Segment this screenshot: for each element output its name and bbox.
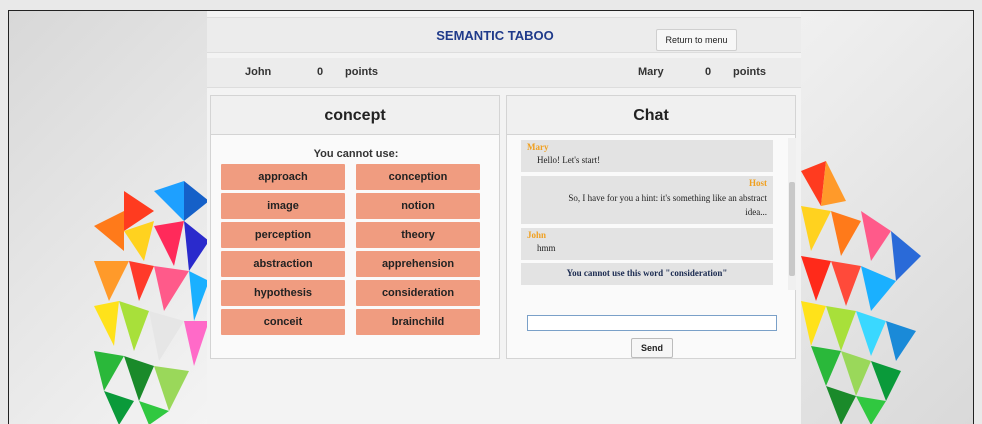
- score-bar: John 0 points Mary 0 points: [207, 58, 801, 88]
- taboo-word: conceit: [221, 309, 345, 335]
- message-text: hmm: [537, 243, 556, 253]
- system-warning-message: You cannot use this word "consideration": [521, 263, 773, 285]
- player-right-points: 0: [705, 66, 712, 78]
- send-button[interactable]: Send: [631, 338, 673, 358]
- app-window: SEMANTIC TABOO Return to menu John 0 poi…: [8, 10, 974, 424]
- concept-panel: concept You cannot use: approach image p…: [210, 95, 500, 359]
- taboo-word: brainchild: [356, 309, 480, 335]
- taboo-word: consideration: [356, 280, 480, 306]
- chat-scrollbar[interactable]: [788, 138, 796, 290]
- player-left-points-label: points: [345, 66, 378, 78]
- player-left-points: 0: [317, 66, 324, 78]
- message-sender: Host: [749, 178, 767, 188]
- scrollbar-thumb[interactable]: [789, 182, 795, 276]
- message-text: So, I have for you a hint: it's somethin…: [568, 193, 767, 217]
- taboo-word: abstraction: [221, 251, 345, 277]
- player-left-name: John: [245, 66, 272, 78]
- message-sender: John: [527, 230, 547, 240]
- chat-message: Host So, I have for you a hint: it's som…: [521, 176, 773, 224]
- message-sender: Mary: [527, 142, 549, 152]
- chat-panel: Chat Mary Hello! Let's start! Host So, I…: [506, 95, 796, 359]
- chat-input[interactable]: [527, 315, 777, 331]
- right-decoration: [801, 161, 921, 424]
- chat-title: Chat: [507, 96, 795, 135]
- player-right-points-label: points: [733, 66, 766, 78]
- taboo-word: perception: [221, 222, 345, 248]
- concept-title: concept: [211, 96, 499, 135]
- taboo-word: conception: [356, 164, 480, 190]
- player-right-name: Mary: [638, 66, 664, 78]
- taboo-word: approach: [221, 164, 345, 190]
- return-to-menu-button[interactable]: Return to menu: [656, 29, 737, 51]
- header-bar: SEMANTIC TABOO Return to menu: [207, 17, 801, 53]
- message-text: Hello! Let's start!: [537, 155, 601, 165]
- taboo-word: theory: [356, 222, 480, 248]
- chat-message: John hmm: [521, 228, 773, 260]
- chat-message: Mary Hello! Let's start!: [521, 140, 773, 172]
- taboo-word: image: [221, 193, 345, 219]
- chat-messages[interactable]: Mary Hello! Let's start! Host So, I have…: [511, 138, 793, 290]
- taboo-word: apprehension: [356, 251, 480, 277]
- left-decoration: [94, 171, 209, 424]
- game-panel: SEMANTIC TABOO Return to menu John 0 poi…: [207, 11, 801, 424]
- taboo-word: notion: [356, 193, 480, 219]
- taboo-word: hypothesis: [221, 280, 345, 306]
- cannot-use-label: You cannot use:: [313, 148, 399, 160]
